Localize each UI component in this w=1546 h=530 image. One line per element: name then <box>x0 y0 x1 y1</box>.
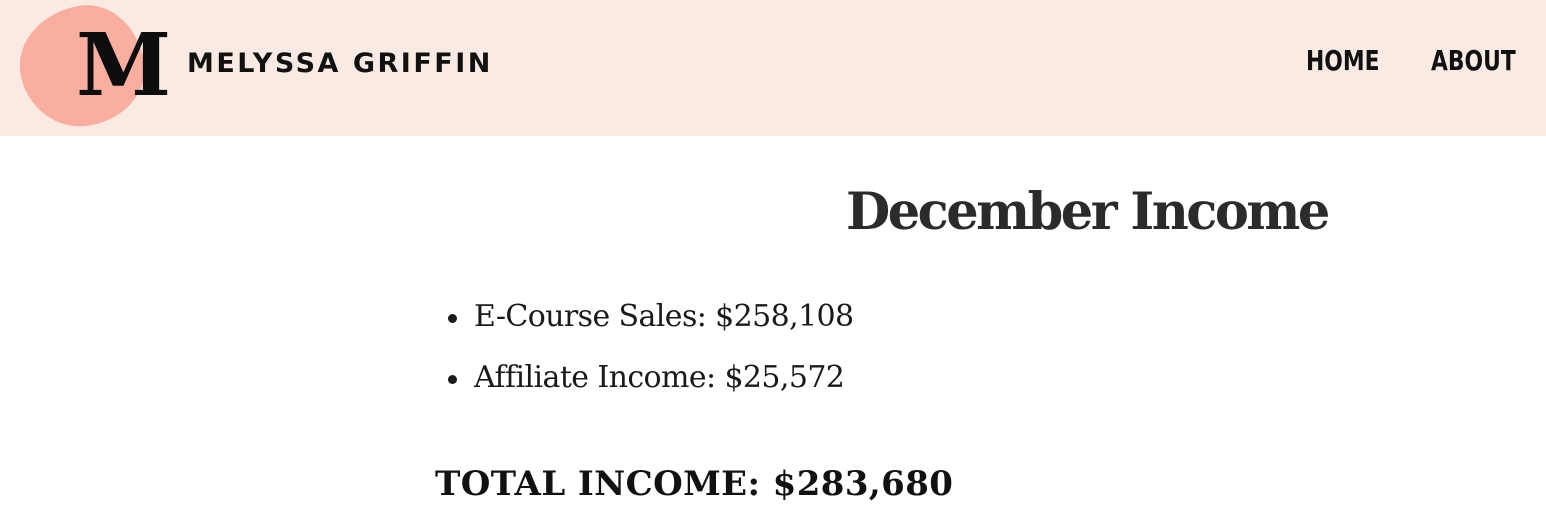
page-heading: December Income <box>846 182 1330 242</box>
site-name: MELYSSA GRIFFIN <box>187 48 493 79</box>
total-income: TOTAL INCOME: $283,680 <box>435 464 954 504</box>
logo-link[interactable]: M MELYSSA GRIFFIN <box>0 0 500 136</box>
bullet-icon <box>448 314 457 323</box>
site-header: M MELYSSA GRIFFIN HOME ABOUT <box>0 0 1546 136</box>
income-item-text: Affiliate Income: $25,572 <box>474 360 845 395</box>
main-content: December Income E-Course Sales: $258,108… <box>0 136 1546 530</box>
income-item-text: E-Course Sales: $258,108 <box>474 299 854 334</box>
logo-monogram: M <box>76 15 172 116</box>
bullet-icon <box>448 375 457 384</box>
nav-home-link[interactable]: HOME <box>1306 40 1380 82</box>
nav-about-link[interactable]: ABOUT <box>1431 40 1516 82</box>
